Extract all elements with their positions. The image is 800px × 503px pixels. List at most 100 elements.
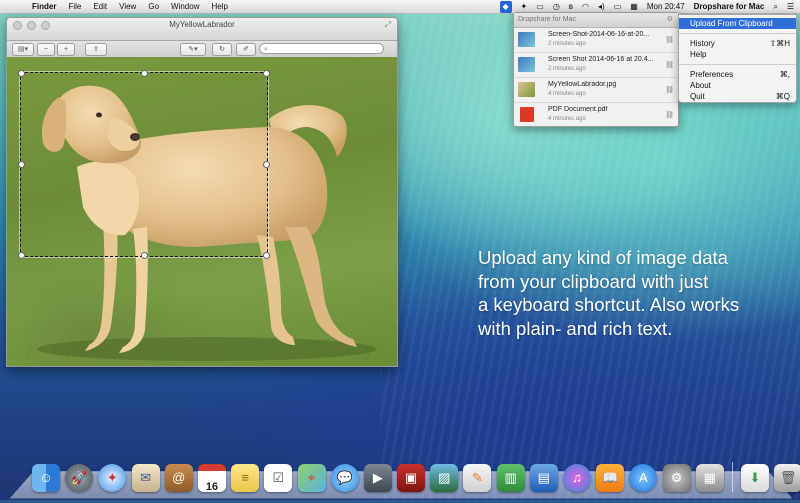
selection-handle-br[interactable] — [263, 252, 270, 259]
wifi-icon[interactable]: ◠ — [582, 2, 589, 11]
menu-upload-from-clipboard[interactable]: Upload From Clipboard — [679, 18, 796, 29]
notification-center-icon[interactable]: ☰ — [787, 2, 794, 11]
menu-item-label: Preferences — [690, 70, 734, 79]
upload-item-time: 4 minutes ago — [548, 91, 586, 97]
airplay-icon[interactable]: ▭ — [536, 2, 544, 11]
menu-help[interactable]: Help — [211, 2, 227, 11]
link-icon[interactable]: ⛓ — [665, 86, 674, 94]
itunes-icon[interactable]: ♫ — [563, 464, 591, 492]
search-input[interactable]: ⌕ — [259, 43, 384, 54]
clock[interactable]: Mon 20:47 — [647, 2, 685, 11]
safari-icon[interactable]: ✦ — [98, 464, 127, 492]
promo-line: from your clipboard with just — [478, 270, 709, 292]
link-icon[interactable]: ⛓ — [665, 111, 674, 119]
edit-button[interactable]: ✐ — [236, 43, 256, 56]
contacts-icon[interactable]: @ — [164, 464, 193, 492]
upload-item[interactable]: Screen-Shot-2014-06-16-at-20... 2 minute… — [514, 28, 678, 53]
menu-item-label: History — [690, 39, 715, 48]
menu-preferences[interactable]: Preferences ⌘, — [679, 69, 796, 80]
spotlight-icon[interactable]: ⌕ — [773, 2, 777, 12]
menu-edit[interactable]: Edit — [93, 2, 107, 11]
ibooks-icon[interactable]: 📖 — [596, 464, 625, 492]
menu-window[interactable]: Window — [171, 2, 199, 11]
downloads-icon[interactable]: ⬇ — [740, 464, 769, 492]
window-titlebar[interactable]: MyYellowLabrador ⤢ — [7, 18, 397, 41]
zoom-in-button[interactable]: + — [57, 43, 75, 56]
menu-separator — [679, 33, 796, 34]
dropshare-status-icon[interactable]: ◆ — [499, 0, 512, 13]
maps-icon[interactable]: ⌖ — [297, 464, 326, 492]
upload-item[interactable]: Screen Shot 2014-06-16 at 20.4... 2 minu… — [514, 53, 678, 78]
mail-icon[interactable]: ✉ — [131, 464, 160, 492]
upload-item-time: 2 minutes ago — [548, 41, 586, 47]
selection-handle-l[interactable] — [18, 161, 25, 168]
selection-handle-tl[interactable] — [18, 70, 25, 77]
system-preferences-icon[interactable]: ⚙ — [662, 464, 691, 492]
volume-icon[interactable]: ◂) — [598, 2, 605, 11]
calendar-day: 16 — [205, 481, 219, 493]
promo-text: Upload any kind of image data from your … — [478, 246, 778, 340]
promo-line: with plain- and rich text. — [478, 317, 673, 339]
messages-icon[interactable]: 💬 — [330, 464, 359, 492]
reminders-icon[interactable]: ☑ — [264, 464, 293, 492]
preview-icon[interactable]: ▦ — [695, 464, 724, 492]
dropshare-header: Dropshare for Mac ⚙ — [514, 13, 678, 28]
selection-handle-bl[interactable] — [18, 252, 25, 259]
menu-file[interactable]: File — [68, 2, 81, 11]
pdf-icon — [520, 107, 534, 122]
crop-selection[interactable] — [18, 70, 270, 259]
app-store-icon[interactable]: A — [629, 464, 658, 492]
menu-item-label: Quit — [690, 92, 705, 101]
menu-history[interactable]: History ⇧⌘H — [679, 38, 796, 49]
annotate-button[interactable]: ✎▾ — [180, 43, 206, 56]
numbers-icon[interactable]: ▥ — [496, 464, 525, 492]
menu-app-name[interactable]: Finder — [32, 2, 56, 11]
menu-shortcut: ⌘Q — [775, 92, 790, 101]
window-toolbar: ▤▾ − + ⇪ ✎▾ ↻ ✐ ⌕ — [7, 41, 397, 58]
selection-handle-tr[interactable] — [263, 70, 270, 77]
image-canvas[interactable] — [7, 57, 397, 366]
sidebar-view-button[interactable]: ▤▾ — [12, 43, 34, 56]
fullscreen-icon[interactable]: ⤢ — [385, 20, 391, 30]
menu-go[interactable]: Go — [148, 2, 159, 11]
dropshare-header-title: Dropshare for Mac — [518, 16, 576, 23]
upload-item[interactable]: MyYellowLabrador.jpg 4 minutes ago ⛓ — [514, 78, 678, 103]
dropbox-icon[interactable]: ✦ — [521, 2, 528, 11]
iphoto-icon[interactable]: ▨ — [430, 464, 459, 492]
menu-quit[interactable]: Quit ⌘Q — [679, 91, 796, 102]
pages-icon[interactable]: ✎ — [463, 464, 492, 492]
menu-item-label: Help — [690, 50, 707, 59]
menu-about[interactable]: About — [679, 80, 796, 91]
trash-icon[interactable]: 🗑 — [774, 464, 800, 492]
menu-view[interactable]: View — [119, 2, 136, 11]
link-icon[interactable]: ⛓ — [665, 61, 674, 69]
flag-icon[interactable]: ▦ — [630, 2, 638, 11]
promo-line: Upload any kind of image data — [478, 247, 728, 268]
keynote-icon[interactable]: ▤ — [529, 464, 558, 492]
selection-handle-t[interactable] — [141, 70, 148, 77]
link-icon[interactable]: ⛓ — [665, 36, 674, 44]
menu-bar: Finder File Edit View Go Window Help ◆ ✦… — [0, 0, 800, 14]
zoom-out-button[interactable]: − — [37, 43, 55, 56]
notes-icon[interactable]: ≡ — [231, 464, 260, 492]
rotate-button[interactable]: ↻ — [212, 43, 232, 56]
upload-item[interactable]: PDF Document.pdf 4 minutes ago ⛓ — [514, 103, 678, 127]
selection-handle-r[interactable] — [263, 161, 270, 168]
dock: ☺ 🚀 ✦ ✉ @ 16 ≡ ☑ ⌖ 💬 ▶ ▣ ▨ ✎ ▥ ▤ ♫ 📖 A ⚙… — [32, 458, 800, 493]
launchpad-icon[interactable]: 🚀 — [65, 464, 94, 492]
photo-booth-icon[interactable]: ▣ — [397, 464, 426, 492]
calendar-icon[interactable]: 16 — [197, 464, 226, 493]
upload-item-time: 4 minutes ago — [548, 116, 586, 122]
app-title[interactable]: Dropshare for Mac — [694, 2, 765, 11]
selection-handle-b[interactable] — [141, 252, 148, 259]
menu-help[interactable]: Help — [679, 49, 796, 60]
facetime-icon[interactable]: ▶ — [363, 464, 392, 492]
finder-icon[interactable]: ☺ — [32, 464, 60, 492]
gear-icon[interactable]: ⚙ — [667, 13, 673, 27]
battery-icon[interactable]: ▭ — [614, 2, 622, 11]
bluetooth-icon[interactable]: ʙ — [569, 2, 573, 11]
screenshot-thumbnail — [518, 57, 535, 72]
upload-item-time: 2 minutes ago — [548, 66, 586, 72]
share-button[interactable]: ⇪ — [85, 43, 107, 56]
timemachine-icon[interactable]: ◷ — [553, 2, 560, 11]
